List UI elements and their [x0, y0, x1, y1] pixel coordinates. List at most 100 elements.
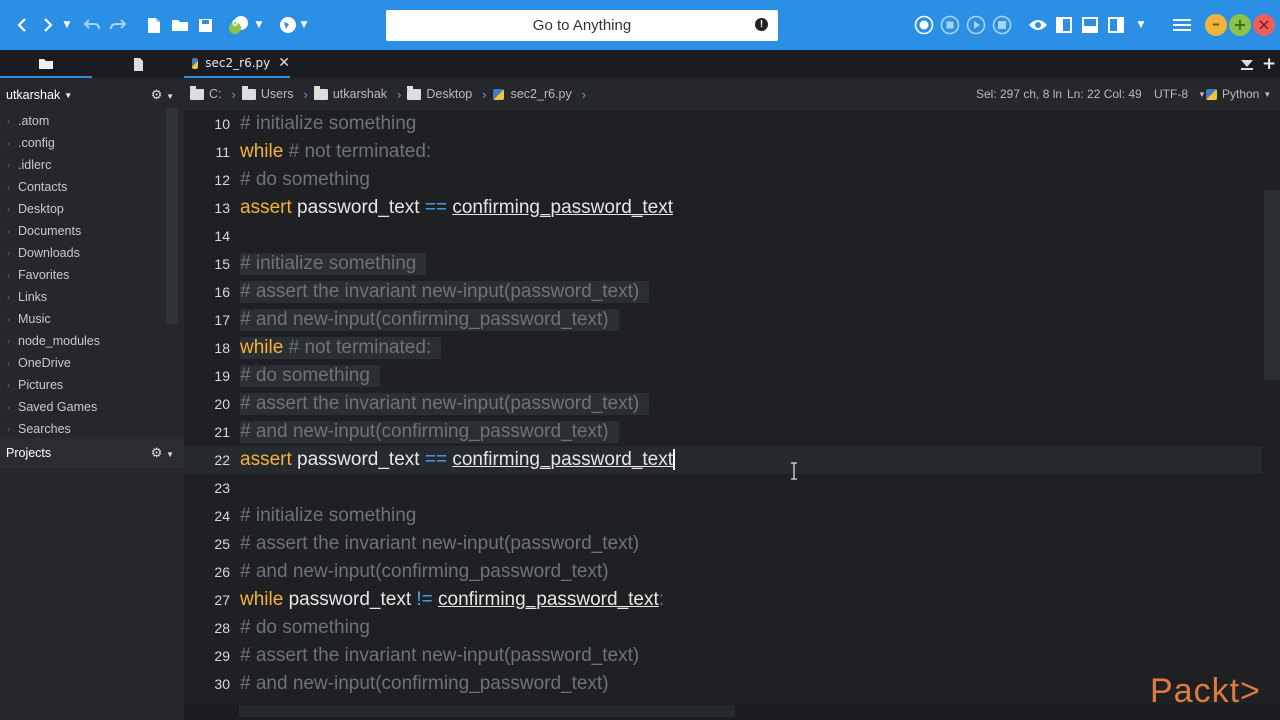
expand-arrow-icon[interactable]: ›: [7, 358, 10, 368]
save-icon[interactable]: [195, 13, 215, 37]
publish-icon[interactable]: 0: [226, 13, 252, 37]
code-line[interactable]: 21 # and new-input(confirming_password_te…: [184, 418, 1262, 446]
sidebar-item[interactable]: › Documents: [0, 220, 166, 242]
play-macro-icon[interactable]: [965, 13, 987, 37]
new-tab-icon[interactable]: +: [1262, 50, 1276, 78]
sidebar-root-header[interactable]: utkarshak ▼ ⚙ ▼: [0, 80, 184, 110]
tab-list-icon[interactable]: [1240, 50, 1258, 78]
sidebar-item[interactable]: › OneDrive: [0, 352, 166, 374]
hamburger-menu-icon[interactable]: [1171, 13, 1193, 37]
code-line[interactable]: 27 while password_text != confirming_pass…: [184, 586, 1262, 614]
expand-arrow-icon[interactable]: ›: [7, 116, 10, 126]
expand-arrow-icon[interactable]: ›: [7, 226, 10, 236]
code-line[interactable]: 20 # assert the invariant new-input(passw…: [184, 390, 1262, 418]
horizontal-scroll-thumb[interactable]: [239, 705, 735, 717]
expand-arrow-icon[interactable]: ›: [7, 424, 10, 434]
sidebar-item[interactable]: › Downloads: [0, 242, 166, 264]
back-icon[interactable]: [12, 13, 32, 37]
sidebar-item[interactable]: › Music: [0, 308, 166, 330]
expand-arrow-icon[interactable]: ›: [7, 138, 10, 148]
code-line[interactable]: 24 # initialize something: [184, 502, 1262, 530]
code-line[interactable]: 18 while # not terminated:: [184, 334, 1262, 362]
code-line[interactable]: 23: [184, 474, 1262, 502]
expand-arrow-icon[interactable]: ›: [7, 182, 10, 192]
notification-icon[interactable]: !: [755, 18, 768, 31]
code-editor[interactable]: 10 # initialize something 11 while # not te…: [184, 110, 1280, 705]
open-folder-icon[interactable]: [169, 13, 191, 37]
code-line[interactable]: 26 # and new-input(confirming_password_te…: [184, 558, 1262, 586]
projects-gear-icon[interactable]: ⚙ ▼: [151, 445, 174, 461]
expand-arrow-icon[interactable]: ›: [7, 292, 10, 302]
code-line[interactable]: 15 # initialize something: [184, 250, 1262, 278]
code-line[interactable]: 11 while # not terminated:: [184, 138, 1262, 166]
go-to-anything-input[interactable]: Go to Anything !: [386, 10, 778, 41]
publish-dropdown-icon[interactable]: ▼: [253, 13, 265, 37]
maximize-window-icon[interactable]: +: [1229, 14, 1251, 36]
browser-preview-icon[interactable]: [277, 13, 299, 37]
editor-tab-file[interactable]: sec2_r6.py ✕: [184, 50, 290, 78]
code-line[interactable]: 10 # initialize something: [184, 110, 1262, 138]
code-line[interactable]: 13 assert password_text == confirming_pas…: [184, 194, 1262, 222]
code-line[interactable]: 14: [184, 222, 1262, 250]
code-line[interactable]: 28 # do something: [184, 614, 1262, 642]
expand-arrow-icon[interactable]: ›: [7, 248, 10, 258]
breadcrumb-item-c[interactable]: C:: [190, 85, 222, 101]
redo-icon[interactable]: [108, 13, 128, 37]
expand-arrow-icon[interactable]: ›: [7, 314, 10, 324]
root-dropdown-icon[interactable]: ▼: [64, 91, 72, 100]
expand-arrow-icon[interactable]: ›: [7, 402, 10, 412]
tab-places[interactable]: [0, 50, 92, 78]
expand-arrow-icon[interactable]: ›: [7, 204, 10, 214]
toggle-left-pane-icon[interactable]: [1054, 13, 1074, 37]
code-line[interactable]: 29 # assert the invariant new-input(passw…: [184, 642, 1262, 670]
code-line[interactable]: 16 # assert the invariant new-input(passw…: [184, 278, 1262, 306]
sidebar-item[interactable]: › .atom: [0, 110, 166, 132]
sidebar-item[interactable]: › .idlerc: [0, 154, 166, 176]
layout-dropdown-icon[interactable]: ▼: [1134, 13, 1148, 37]
sidebar-item[interactable]: › Searches: [0, 418, 166, 440]
expand-arrow-icon[interactable]: ›: [7, 270, 10, 280]
projects-header[interactable]: Projects ⚙ ▼: [0, 438, 184, 468]
breadcrumb-item-file[interactable]: sec2_r6.py: [492, 87, 572, 101]
sidebar-scrollbar[interactable]: [166, 108, 178, 324]
language-selector[interactable]: Python ▼: [1206, 78, 1271, 110]
sidebar-item[interactable]: › Links: [0, 286, 166, 308]
code-line[interactable]: 22 assert password_text == confirming_pas…: [184, 446, 1262, 474]
minimize-window-icon[interactable]: –: [1205, 14, 1227, 36]
expand-arrow-icon[interactable]: ›: [7, 160, 10, 170]
sidebar-item[interactable]: › Pictures: [0, 374, 166, 396]
cursor-position-status[interactable]: Ln: 22 Col: 49: [1067, 78, 1142, 110]
tab-toolbox[interactable]: [92, 50, 184, 78]
sidebar-item[interactable]: › .config: [0, 132, 166, 154]
code-line[interactable]: 17 # and new-input(confirming_password_te…: [184, 306, 1262, 334]
breadcrumb-item-users[interactable]: Users: [241, 85, 294, 101]
code-line[interactable]: 12 # do something: [184, 166, 1262, 194]
close-tab-icon[interactable]: ✕: [278, 55, 290, 71]
sidebar-item[interactable]: › Desktop: [0, 198, 166, 220]
code-line[interactable]: 19 # do something: [184, 362, 1262, 390]
forward-icon[interactable]: [38, 13, 58, 37]
editor-minimap-scrollbar[interactable]: [1264, 190, 1280, 380]
stop-macro-icon[interactable]: [939, 13, 961, 37]
encoding-selector[interactable]: UTF-8 ▼: [1154, 78, 1206, 110]
sidebar-item[interactable]: › Saved Games: [0, 396, 166, 418]
horizontal-scrollbar[interactable]: [184, 705, 1280, 720]
sidebar-item[interactable]: › Contacts: [0, 176, 166, 198]
code-line[interactable]: 25 # assert the invariant new-input(passw…: [184, 530, 1262, 558]
browser-dropdown-icon[interactable]: ▼: [298, 13, 310, 37]
code-line[interactable]: 30 # and new-input(confirming_password_te…: [184, 670, 1262, 698]
history-dropdown-icon[interactable]: ▼: [60, 13, 74, 37]
gear-icon[interactable]: ⚙ ▼: [151, 87, 174, 103]
expand-arrow-icon[interactable]: ›: [7, 380, 10, 390]
save-macro-icon[interactable]: [991, 13, 1013, 37]
expand-arrow-icon[interactable]: ›: [7, 336, 10, 346]
sidebar-item[interactable]: › node_modules: [0, 330, 166, 352]
close-window-icon[interactable]: ×: [1253, 14, 1275, 36]
preview-eye-icon[interactable]: [1027, 13, 1049, 37]
record-macro-icon[interactable]: [913, 13, 935, 37]
breadcrumb-item-desktop[interactable]: Desktop: [407, 85, 472, 101]
undo-icon[interactable]: [82, 13, 102, 37]
new-file-icon[interactable]: [144, 13, 164, 37]
toggle-right-pane-icon[interactable]: [1106, 13, 1126, 37]
breadcrumb-item-user[interactable]: utkarshak: [313, 85, 387, 101]
